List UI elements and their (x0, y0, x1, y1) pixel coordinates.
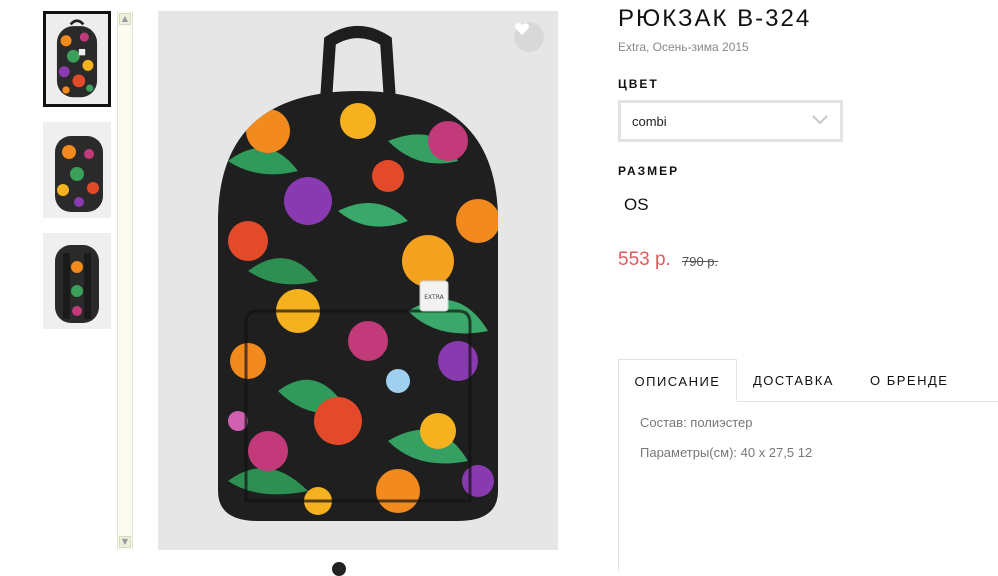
tab-about-brand[interactable]: О БРЕНДЕ (870, 359, 948, 402)
scroll-down-icon[interactable]: ▼ (119, 536, 131, 548)
color-label: ЦВЕТ (618, 77, 659, 91)
main-product-image: EXTRA (158, 11, 558, 550)
thumbnail-scrollbar[interactable]: ▲ ▼ (117, 11, 133, 550)
size-option-os[interactable]: OS (624, 195, 649, 215)
backpack-side-thumbnail (43, 122, 111, 218)
current-price: 553 р. (618, 249, 671, 270)
backpack-front-thumbnail (46, 15, 108, 103)
tab-delivery[interactable]: ДОСТАВКА (753, 359, 834, 402)
description-panel: Состав: полиэстер Параметры(см): 40 x 27… (618, 401, 998, 571)
brand-patch-label: EXTRA (424, 294, 444, 301)
product-subtitle: Extra, Осень-зима 2015 (618, 40, 749, 54)
thumbnail-back[interactable] (43, 233, 111, 329)
info-tabs: ОПИСАНИЕ ДОСТАВКА О БРЕНДЕ (618, 359, 998, 402)
old-price: 790 р. (682, 254, 719, 269)
backpack-image: EXTRA (218, 26, 498, 521)
backpack-back-thumbnail (43, 233, 111, 329)
color-select-value: combi (632, 114, 667, 129)
thumbnail-front[interactable] (43, 11, 111, 107)
thumbnail-list (43, 11, 111, 344)
image-pager-dot[interactable] (332, 562, 346, 576)
description-dimensions: Параметры(см): 40 x 27,5 12 (640, 445, 813, 460)
color-select[interactable]: combi (618, 100, 843, 142)
thumbnail-side[interactable] (43, 122, 111, 218)
tab-description[interactable]: ОПИСАНИЕ (618, 359, 737, 402)
chevron-down-icon (812, 115, 828, 125)
scroll-up-icon[interactable]: ▲ (119, 13, 131, 25)
heart-icon (515, 23, 529, 35)
description-material: Состав: полиэстер (640, 415, 753, 430)
size-label: РАЗМЕР (618, 164, 680, 178)
product-title: РЮКЗАК B-324 (618, 5, 812, 32)
favorite-button[interactable] (514, 22, 544, 52)
